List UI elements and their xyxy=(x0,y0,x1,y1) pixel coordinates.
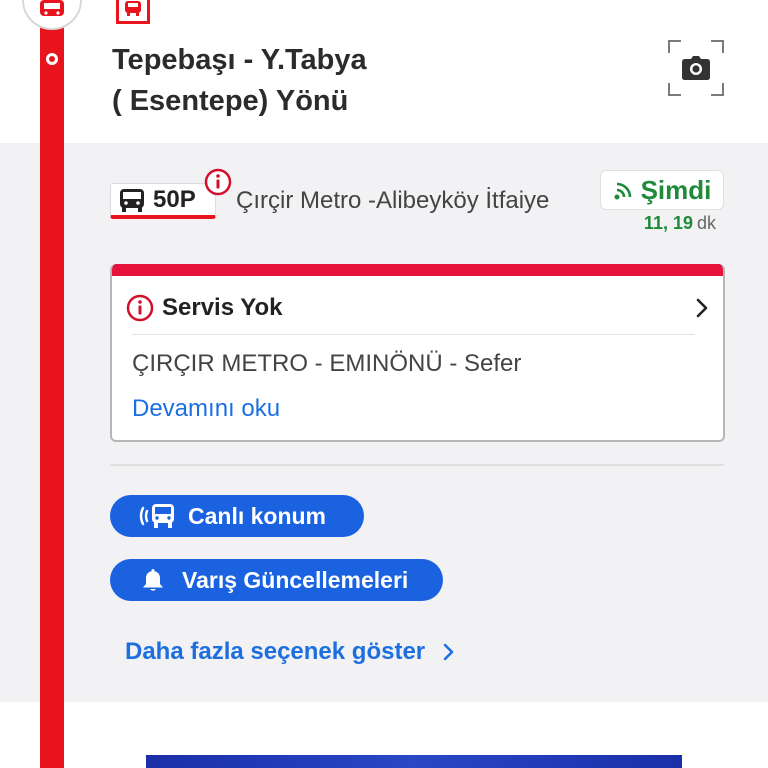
chevron-right-icon xyxy=(696,298,708,318)
live-arrival-badge: Şimdi xyxy=(600,170,724,210)
alert-stripe xyxy=(112,264,723,276)
alert-title: Servis Yok xyxy=(162,294,283,321)
arrival-unit: dk xyxy=(696,213,716,233)
divider xyxy=(132,334,695,335)
arrival-updates-label: Varış Güncellemeleri xyxy=(182,566,409,593)
bus-icon xyxy=(40,0,64,16)
live-bus-icon xyxy=(139,504,174,528)
frame-corner xyxy=(668,40,681,53)
divider xyxy=(110,464,724,466)
ad-banner[interactable] xyxy=(146,755,682,768)
camera-button[interactable] xyxy=(668,40,724,96)
route-line xyxy=(40,0,64,768)
stop-title-line2: ( Esentepe) Yönü xyxy=(112,85,349,117)
stop-icon xyxy=(116,0,150,24)
bell-icon xyxy=(143,569,163,591)
route-number: 50P xyxy=(153,185,196,213)
stop-title-line1: Tepebaşı - Y.Tabya xyxy=(112,44,367,76)
live-signal-icon xyxy=(614,182,631,200)
route-badge[interactable]: 50P xyxy=(110,183,216,219)
arrival-times: 11, 19 dk xyxy=(644,213,716,234)
frame-corner xyxy=(668,83,681,96)
frame-corner xyxy=(711,83,724,96)
stop-title: Tepebaşı - Y.Tabya ( Esentepe) Yönü xyxy=(112,40,592,122)
arrival-minutes: 11, 19 xyxy=(643,213,693,233)
alert-header[interactable]: Servis Yok xyxy=(126,292,709,324)
live-location-label: Canlı konum xyxy=(188,502,327,529)
more-options-label: Daha fazla seçenek göster xyxy=(125,638,426,665)
alert-body: ÇIRÇIR METRO - EMINÖNÜ - Sefer xyxy=(132,350,522,377)
current-stop-marker xyxy=(42,49,62,69)
info-alert-icon[interactable] xyxy=(204,168,232,196)
bus-icon xyxy=(120,188,144,212)
frame-corner xyxy=(711,40,724,53)
bus-icon xyxy=(125,0,141,16)
live-label: Şimdi xyxy=(640,174,712,205)
info-alert-icon xyxy=(126,294,154,322)
live-location-button[interactable]: Canlı konum xyxy=(110,495,364,537)
service-alert-card[interactable]: Servis Yok ÇIRÇIR METRO - EMINÖNÜ - Sefe… xyxy=(110,264,725,442)
route-destination: Çırçir Metro -Alibeyköy İtfaiye xyxy=(236,187,550,214)
camera-icon xyxy=(682,56,710,80)
more-options-link[interactable]: Daha fazla seçenek göster xyxy=(125,638,455,666)
arrival-updates-button[interactable]: Varış Güncellemeleri xyxy=(110,559,443,601)
chevron-right-icon xyxy=(443,643,454,661)
read-more-link[interactable]: Devamını oku xyxy=(132,395,280,423)
